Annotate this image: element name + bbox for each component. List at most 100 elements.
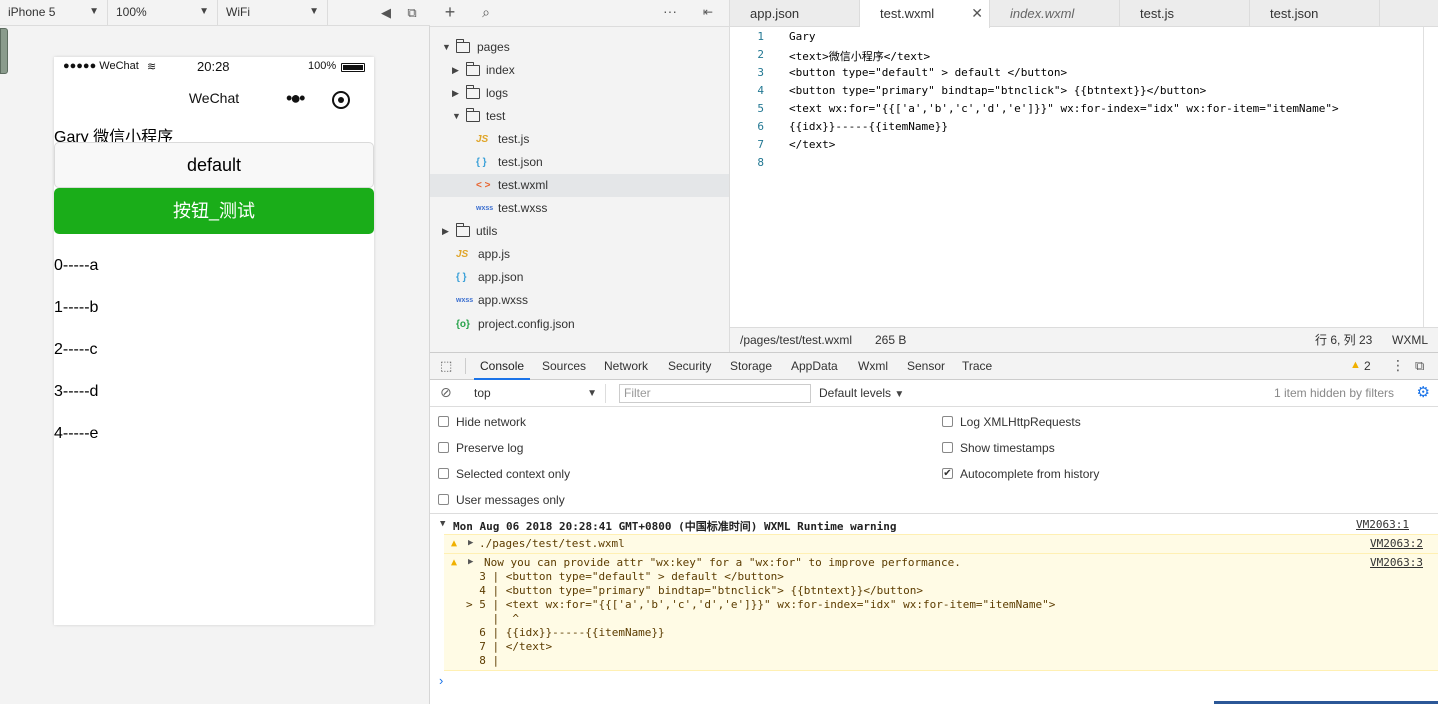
device-select-value: iPhone 5 (8, 5, 56, 19)
log-levels-select[interactable]: Default levels ▼ (819, 384, 904, 404)
tab-storage[interactable]: Storage (730, 353, 772, 380)
device-select[interactable]: iPhone 5 ▼ (0, 0, 108, 26)
tab-test-json[interactable]: test.json (1250, 0, 1380, 27)
tree-file-app-js[interactable]: JS app.js (430, 243, 729, 266)
file-path: /pages/test/test.wxml (740, 333, 853, 347)
checkbox[interactable] (438, 442, 449, 453)
checkbox[interactable] (438, 416, 449, 427)
tab-trace[interactable]: Trace (962, 353, 992, 380)
code-line[interactable]: <text>微信小程序</text> (789, 48, 930, 64)
tab-security[interactable]: Security (668, 353, 711, 380)
wxml-file-icon: < > (476, 180, 491, 191)
tree-folder-test[interactable]: ▼ test (430, 105, 729, 128)
list-item: 3-----d (54, 383, 99, 400)
folder-icon (466, 62, 480, 76)
log-group-header[interactable]: ▼ Mon Aug 06 2018 20:28:41 GMT+0800 (中国标… (430, 516, 1438, 534)
wxss-file-icon: wxss (456, 297, 474, 304)
code-frame-line: > 5 | <text wx:for="{{['a','b','c','d','… (466, 598, 1056, 611)
tree-item-label: utils (476, 224, 498, 238)
more-icon[interactable]: ··· (662, 3, 678, 19)
close-capsule-icon[interactable] (332, 91, 350, 109)
checkbox-checked[interactable]: ✔ (942, 468, 953, 479)
tree-item-label: test.js (498, 132, 530, 146)
gear-icon[interactable]: ⚙ (1417, 385, 1430, 401)
close-icon[interactable]: ✕ (971, 0, 983, 27)
primary-button[interactable]: 按钮_测试 (54, 188, 374, 234)
expand-arrow-icon[interactable]: ▶ (468, 557, 473, 567)
collapse-panel-icon[interactable]: ⇤ (700, 4, 716, 20)
wifi-icon: ≋ (147, 61, 157, 73)
filter-input[interactable]: Filter (619, 384, 811, 403)
tree-file-test-wxml[interactable]: < > test.wxml (430, 174, 729, 197)
tab-test-js[interactable]: test.js (1120, 0, 1250, 27)
tree-file-app-json[interactable]: { } app.json (430, 266, 729, 289)
source-link[interactable]: VM2063:2 (1370, 537, 1423, 550)
checkbox[interactable] (942, 416, 953, 427)
tab-index-wxml[interactable]: index.wxml (990, 0, 1120, 27)
tree-file-test-json[interactable]: { } test.json (430, 151, 729, 174)
tree-file-project-config[interactable]: {o} project.config.json (430, 313, 729, 336)
panel-resize-handle[interactable] (0, 28, 8, 74)
js-file-icon: JS (476, 134, 489, 145)
tab-label: test.wxml (880, 6, 935, 21)
code-line[interactable]: {{idx}}-----{{itemName}} (789, 120, 948, 133)
tree-file-app-wxss[interactable]: wxss app.wxss (430, 289, 729, 312)
expand-arrow-icon[interactable]: ▼ (440, 519, 445, 529)
warning-icon[interactable]: ▲ (1350, 359, 1361, 371)
tab-sources[interactable]: Sources (542, 353, 586, 380)
tree-file-test-wxss[interactable]: wxss test.wxss (430, 197, 729, 220)
cursor-position[interactable]: 行 6, 列 23 (1315, 328, 1372, 352)
tab-console[interactable]: Console (474, 353, 531, 380)
log-warning[interactable]: ▲ ▶ ./pages/test/test.wxml VM2063:2 (444, 534, 1438, 553)
more-vert-icon[interactable]: ⋮ (1391, 357, 1405, 374)
log-levels-value: Default levels (819, 386, 892, 400)
source-link[interactable]: VM2063:3 (1370, 556, 1423, 569)
code-line[interactable]: Gary (789, 30, 816, 43)
code-line[interactable]: </text> (789, 138, 835, 151)
checkbox[interactable] (438, 494, 449, 505)
add-icon[interactable]: + (442, 3, 458, 21)
default-button[interactable]: default (54, 142, 374, 188)
tab-app-json[interactable]: app.json (730, 0, 860, 27)
detach-window-icon[interactable]: ⧉ (404, 5, 420, 21)
source-link[interactable]: VM2063:1 (1356, 518, 1409, 531)
language-mode[interactable]: WXML (1392, 328, 1428, 352)
tab-sensor[interactable]: Sensor (907, 353, 945, 380)
checkbox[interactable] (438, 468, 449, 479)
tree-folder-pages[interactable]: ▼ pages (430, 36, 729, 59)
zoom-select[interactable]: 100% ▼ (108, 0, 218, 26)
checkbox[interactable] (942, 442, 953, 453)
nav-title: WeChat (188, 90, 240, 106)
editor-scrollbar[interactable] (1423, 27, 1424, 327)
console-prompt-icon[interactable]: › (439, 673, 443, 688)
warning-text: Now you can provide attr "wx:key" for a … (484, 556, 961, 569)
tree-item-label: test.wxss (498, 201, 548, 215)
tab-appdata[interactable]: AppData (791, 353, 838, 380)
line-number: 6 (757, 120, 764, 133)
network-select[interactable]: WiFi ▼ (218, 0, 328, 26)
tree-file-test-js[interactable]: JS test.js (430, 128, 729, 151)
tree-folder-utils[interactable]: ▶ utils (430, 220, 729, 243)
context-select[interactable]: top ▼ (468, 384, 606, 403)
undock-icon[interactable]: ⧉ (1415, 358, 1424, 374)
log-warning[interactable]: ▲ ▶ Now you can provide attr "wx:key" fo… (444, 553, 1438, 671)
mute-icon[interactable]: ◀ (378, 5, 394, 21)
tab-network[interactable]: Network (604, 353, 648, 380)
clear-console-icon[interactable]: ⊘ (440, 384, 452, 401)
tab-wxml[interactable]: Wxml (858, 353, 888, 380)
search-icon[interactable]: ⌕ (478, 4, 494, 20)
tree-folder-index[interactable]: ▶ index (430, 59, 729, 82)
collapse-arrow-icon[interactable]: ▶ (468, 538, 473, 548)
tree-folder-logs[interactable]: ▶ logs (430, 82, 729, 105)
inspect-element-icon[interactable]: ⬚ (440, 358, 452, 374)
tab-test-wxml[interactable]: test.wxml ✕ (860, 0, 990, 28)
tree-item-label: test (486, 109, 506, 123)
code-line[interactable]: <text wx:for="{{['a','b','c','d','e']}}"… (789, 102, 1339, 115)
code-frame-line: 7 | </text> (466, 640, 553, 653)
code-line[interactable]: <button type="primary" bindtap="btnclick… (789, 84, 1206, 97)
json-file-icon: { } (476, 157, 487, 168)
warning-count[interactable]: 2 (1364, 359, 1371, 373)
more-menu-icon[interactable]: •●• (286, 88, 306, 109)
code-line[interactable]: <button type="default" > default </butto… (789, 66, 1067, 79)
file-size: 265 B (875, 333, 907, 347)
